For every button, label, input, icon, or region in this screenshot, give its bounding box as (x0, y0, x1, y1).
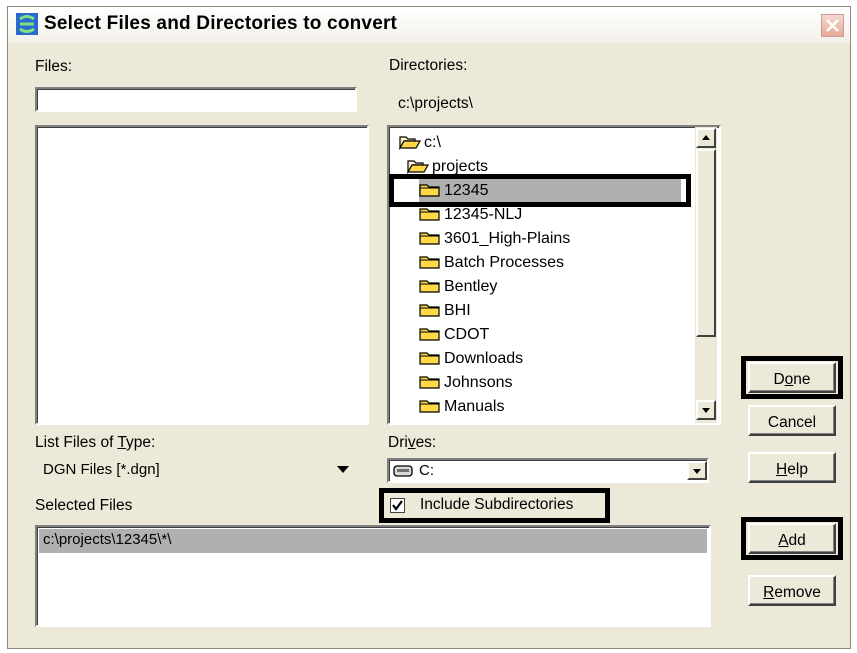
folder-icon (419, 232, 440, 245)
checkbox-box[interactable] (390, 498, 405, 513)
file-type-value: DGN Files [*.dgn] (43, 461, 160, 478)
remove-button[interactable]: Remove (748, 575, 836, 606)
directory-item-label: Downloads (444, 350, 524, 367)
hard-drive-icon (393, 465, 413, 477)
scroll-thumb[interactable] (696, 149, 716, 337)
close-button[interactable] (821, 14, 844, 37)
scroll-up-button[interactable] (696, 128, 716, 148)
selected-file-item[interactable]: c:\projects\12345\*\ (39, 529, 707, 553)
directory-item-label: c:\ (424, 134, 441, 151)
drives-select[interactable]: C: (387, 458, 709, 483)
add-button[interactable]: Add (748, 523, 836, 554)
selected-folder-highlight (389, 174, 691, 207)
folder-icon (419, 304, 440, 317)
directories-scrollbar[interactable] (695, 127, 717, 423)
folder-icon (419, 328, 440, 341)
chevron-down-icon (693, 469, 701, 474)
folder-icon (419, 400, 440, 413)
dialog-window: Select Files and Directories to convert … (7, 6, 851, 649)
directory-item-label: CDOT (444, 326, 490, 343)
directory-item-label: Johnsons (444, 374, 513, 391)
open-folder-icon (407, 160, 429, 174)
chevron-down-icon (337, 466, 349, 473)
scroll-down-button[interactable] (696, 400, 716, 420)
folder-icon (419, 352, 440, 365)
directory-item-label: Bentley (444, 278, 498, 295)
cancel-button[interactable]: Cancel (748, 405, 836, 436)
folder-icon (419, 376, 440, 389)
current-path: c:\projects\ (398, 95, 473, 112)
arrow-down-icon (702, 408, 710, 413)
arrow-up-icon (702, 135, 710, 140)
window-title: Select Files and Directories to convert (44, 13, 398, 34)
done-button[interactable]: Done (748, 362, 836, 393)
title-bar[interactable]: Select Files and Directories to convert (8, 7, 850, 43)
directories-label: Directories: (389, 57, 468, 74)
files-input[interactable] (35, 87, 357, 112)
open-folder-icon (399, 136, 421, 150)
app-icon (16, 13, 38, 35)
checkmark-icon (392, 500, 403, 511)
help-button[interactable]: Help (748, 452, 836, 483)
selected-files-list[interactable]: c:\projects\12345\*\ (35, 525, 711, 627)
directory-item-label: Batch Processes (444, 254, 565, 271)
folder-icon (419, 280, 440, 293)
files-list[interactable] (35, 125, 369, 425)
drives-label: Drives: (388, 434, 437, 451)
file-type-select[interactable]: DGN Files [*.dgn] (35, 457, 357, 483)
directory-item-label: Manuals (444, 398, 505, 415)
drives-value: C: (419, 462, 434, 479)
files-label: Files: (35, 58, 73, 75)
directory-item-label: BHI (444, 302, 471, 319)
include-subdirectories-label: Include Subdirectories (420, 496, 574, 513)
include-subdirectories-checkbox[interactable]: Include Subdirectories (390, 496, 602, 517)
selected-files-label: Selected Files (35, 497, 133, 514)
folder-icon (419, 208, 440, 221)
file-type-label: List Files of Type: (35, 434, 156, 451)
close-icon (826, 19, 839, 32)
folder-icon (419, 256, 440, 269)
directories-list[interactable]: c:\ projects 12345 12345-NLJ 3601_High-Plain… (387, 125, 721, 425)
drives-dropdown-button[interactable] (687, 461, 707, 480)
directory-item-label: 3601_High-Plains (444, 230, 571, 247)
